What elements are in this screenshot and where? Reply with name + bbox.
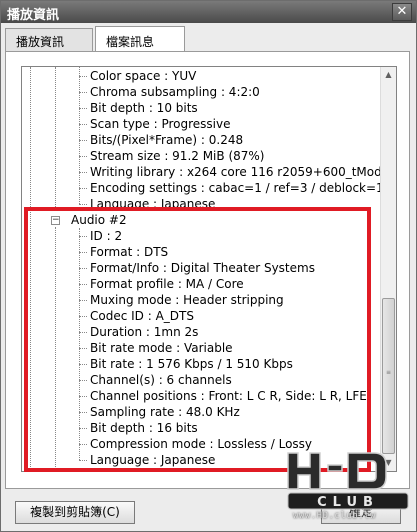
property-row: Bit rate mode : Variable [90,341,233,355]
vertical-scrollbar[interactable]: ▲ ≡ ▼ [380,67,396,471]
copy-to-clipboard-button[interactable]: 複製到剪貼簿(C) [15,501,135,524]
property-row: Bit depth : 10 bits [90,101,198,115]
tab-file-info[interactable]: 檔案訊息 [95,26,185,52]
close-icon: ✕ [396,4,408,19]
tree-branch [79,412,87,413]
tree-guide-line [79,228,80,460]
scroll-down-button[interactable]: ▼ [381,455,396,471]
tree-guide-line [79,67,80,204]
tab-playback-info[interactable]: 播放資訊 [5,28,93,52]
property-row: Bit depth : 16 bits [90,421,198,435]
property-row: Language : Japanese [90,197,216,211]
property-row: Writing library : x264 core 116 r2059+60… [90,165,380,179]
tree-branch [79,444,87,445]
tree-branch [79,124,87,125]
property-row: Format profile : MA / Core [90,277,244,291]
scroll-thumb[interactable]: ≡ [382,298,395,454]
tree-branch [79,332,87,333]
property-row: Chroma subsampling : 4:2:0 [90,85,260,99]
tab-panel: Color space : YUV Chroma subsampling : 4… [5,51,410,489]
tree-guide-line [55,227,56,471]
tree-guide-line [30,67,31,471]
tree-branch [79,460,87,461]
property-row: Codec ID : A_DTS [90,309,194,323]
grip-icon: ≡ [386,369,392,376]
tree-branch [79,348,87,349]
tree-branch [79,268,87,269]
audio-node-label[interactable]: Audio #2 [71,212,127,228]
tree-guide-line [55,67,56,211]
tree-branch [79,156,87,157]
property-row: Scan type : Progressive [90,117,231,131]
property-row: Format : DTS [90,245,169,259]
minus-icon: − [52,215,60,225]
property-row: Format/Info : Digital Theater Systems [90,261,315,275]
close-button[interactable]: ✕ [392,3,412,21]
property-row: Duration : 1mn 2s [90,325,199,339]
tree-branch [79,316,87,317]
tree-branch [79,252,87,253]
property-row: Color space : YUV [90,69,197,83]
property-row: Compression mode : Lossless / Lossy [90,437,313,451]
tree-branch [79,300,87,301]
property-row: Channel positions : Front: L C R, Side: … [90,389,367,403]
tree-branch [79,364,87,365]
tree-branch [79,108,87,109]
tree-branch [79,236,87,237]
tree-content: Color space : YUV Chroma subsampling : 4… [22,67,380,471]
window-title: 播放資訊 [7,8,60,23]
tree-branch [79,188,87,189]
arrow-down-icon: ▼ [385,458,392,467]
title-bar[interactable]: 播放資訊 ✕ [1,1,416,23]
property-row: Stream size : 91.2 MiB (87%) [90,149,265,163]
arrow-up-icon: ▲ [385,70,392,79]
ok-button[interactable]: 確定 [321,501,401,524]
property-row: Bits/(Pixel*Frame) : 0.248 [90,133,244,147]
collapse-toggle[interactable]: − [51,216,60,225]
tree-branch [79,396,87,397]
property-row: Encoding settings : cabac=1 / ref=3 / de… [90,181,380,195]
property-row: Language : Japanese [90,453,216,467]
property-row: Channel(s) : 6 channels [90,373,232,387]
scroll-up-button[interactable]: ▲ [381,67,396,83]
info-tree-view[interactable]: Color space : YUV Chroma subsampling : 4… [21,66,397,472]
file-info-window: 播放資訊 ✕ 播放資訊 檔案訊息 Color space : YUV Chrom… [0,0,417,532]
tab-bar: 播放資訊 檔案訊息 [5,26,410,52]
tree-branch [79,284,87,285]
tree-branch [79,172,87,173]
property-row: Bit rate : 1 576 Kbps / 1 510 Kbps [90,357,293,371]
tree-branch [79,92,87,93]
tree-branch [79,380,87,381]
property-row: Sampling rate : 48.0 KHz [90,405,240,419]
tree-branch [79,140,87,141]
property-row: ID : 2 [90,229,123,243]
tree-branch [79,76,87,77]
tree-branch [79,428,87,429]
tree-branch [79,204,87,205]
property-row: Muxing mode : Header stripping [90,293,284,307]
